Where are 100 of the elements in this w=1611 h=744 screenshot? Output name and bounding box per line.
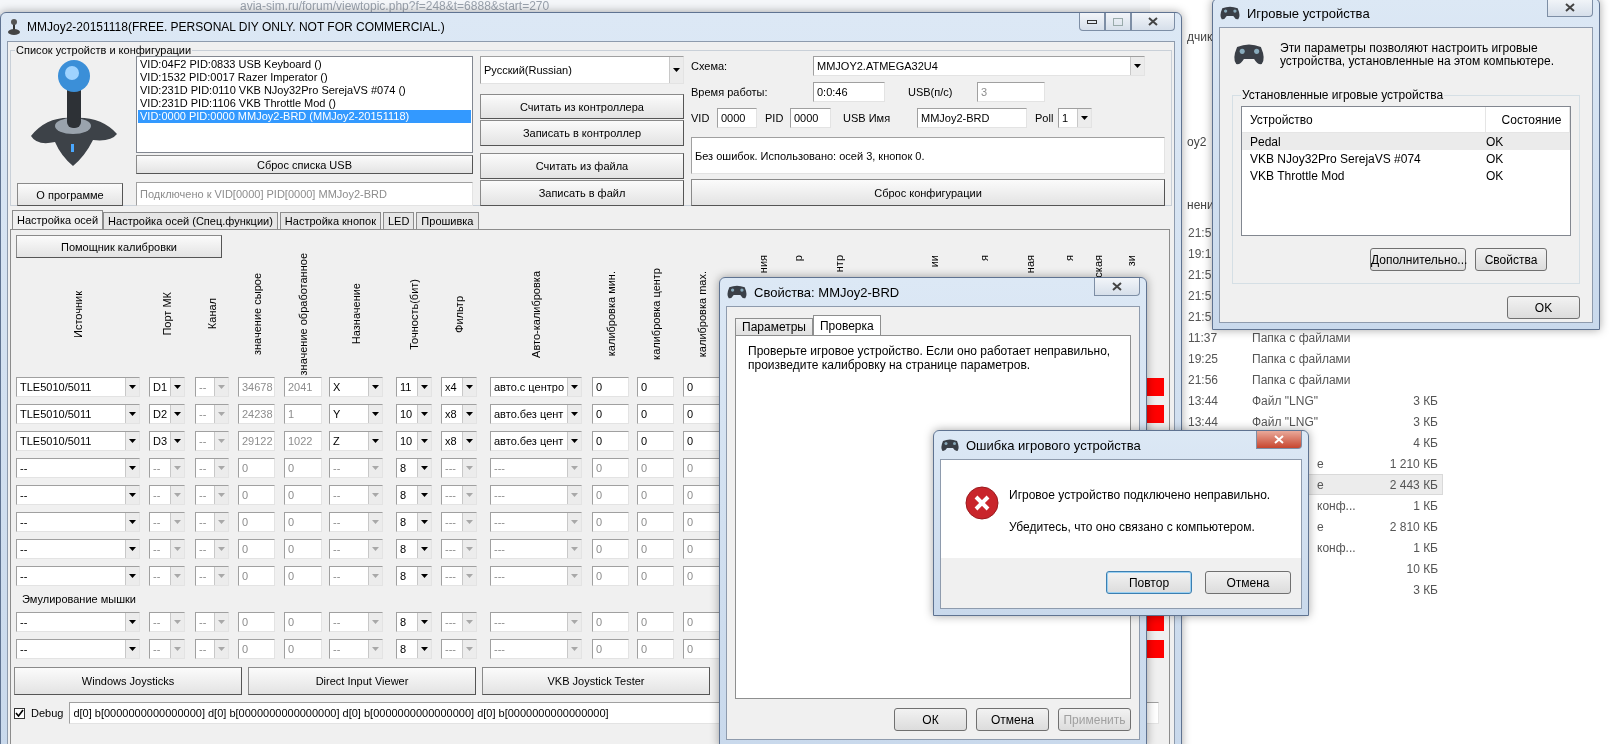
table-dropdown[interactable]: x4 xyxy=(441,376,477,397)
section-label: Эмулирование мышки xyxy=(21,591,136,607)
table-dropdown[interactable]: TLE5010/5011 xyxy=(16,376,140,397)
table-dropdown[interactable]: D2 xyxy=(149,403,185,424)
table-dropdown[interactable]: D1 xyxy=(149,376,185,397)
table-dropdown[interactable]: D3 xyxy=(149,430,185,451)
table-dropdown[interactable]: x8 xyxy=(441,403,477,424)
debug-checkbox[interactable] xyxy=(14,707,25,719)
tool-button[interactable]: VKB Joystick Tester xyxy=(482,667,710,695)
table-dropdown[interactable]: -- xyxy=(16,638,140,659)
table-dropdown[interactable]: x8 xyxy=(441,430,477,451)
table-dropdown[interactable]: 8 xyxy=(396,484,432,505)
ok-button[interactable]: OK xyxy=(1507,296,1580,319)
table-dropdown[interactable]: 8 xyxy=(396,538,432,559)
table-dropdown[interactable]: TLE5010/5011 xyxy=(16,403,140,424)
file-row[interactable]: 11:37 Папка с файлами xyxy=(1187,327,1443,348)
dialog-button[interactable]: Отмена xyxy=(976,708,1049,731)
table-dropdown[interactable]: TLE5010/5011 xyxy=(16,430,140,451)
close-button[interactable] xyxy=(1131,13,1175,31)
properties-button[interactable]: Свойства xyxy=(1475,248,1547,271)
table-dropdown[interactable]: 11 xyxy=(396,376,432,397)
file-row[interactable]: 21:56 Папка с файлами xyxy=(1187,369,1443,390)
table-dropdown[interactable]: 8 xyxy=(396,511,432,532)
table-field[interactable]: 0 xyxy=(592,430,629,451)
read-controller-button[interactable]: Считать из контроллера xyxy=(480,94,684,119)
status-field[interactable]: Без ошибок. Использовано: осей 3, кнопок 0. xyxy=(691,137,1165,174)
close-button[interactable] xyxy=(1256,431,1302,449)
table-dropdown[interactable]: 10 xyxy=(396,430,432,451)
table-field[interactable]: 0 xyxy=(592,376,629,397)
uptime-field[interactable]: 0:0:46 xyxy=(813,82,885,102)
vid-field[interactable]: 0000 xyxy=(717,108,757,128)
calibration-button[interactable]: Помощник калибровки xyxy=(16,235,222,258)
device-list-item[interactable]: VID:1532 PID:0017 Razer Imperator () xyxy=(138,71,471,84)
tab[interactable]: Параметры xyxy=(735,318,813,335)
poll-dropdown[interactable]: 1 xyxy=(1058,108,1092,128)
close-button[interactable] xyxy=(1094,278,1140,296)
tab[interactable]: Прошивка xyxy=(416,212,479,229)
tab[interactable]: LED xyxy=(382,212,415,229)
dialog-button[interactable]: ОК xyxy=(894,708,967,731)
field-label: Poll xyxy=(1035,112,1055,124)
table-field[interactable]: 0 xyxy=(592,403,629,424)
minimize-button[interactable] xyxy=(1079,13,1105,31)
write-file-button[interactable]: Записать в файл xyxy=(480,180,684,206)
advanced-button[interactable]: Дополнительно... xyxy=(1370,248,1466,271)
caret-icon xyxy=(174,492,181,497)
tool-button[interactable]: Direct Input Viewer xyxy=(248,667,476,695)
table-field[interactable]: 0 xyxy=(637,403,674,424)
usb-name-field[interactable]: MMJoy2-BRD xyxy=(917,108,1027,128)
table-dropdown[interactable]: 8 xyxy=(396,565,432,586)
table-dropdown[interactable]: 8 xyxy=(396,611,432,632)
close-button[interactable] xyxy=(1547,0,1593,17)
table-dropdown[interactable]: -- xyxy=(16,511,140,532)
reset-config-button[interactable]: Сброс конфигурации xyxy=(691,179,1165,206)
tab[interactable]: Настройка кнопок xyxy=(279,212,381,229)
dialog-button[interactable]: Повтор xyxy=(1106,571,1192,594)
read-file-button[interactable]: Считать из файла xyxy=(480,153,684,179)
device-list-item[interactable]: VID:231D PID:0110 VKB NJoy32Pro SerejaVS #074 () xyxy=(138,84,471,97)
tab[interactable]: Настройка осей (Спец.функции) xyxy=(103,212,278,229)
device-list-item[interactable]: VID:04F2 PID:0833 USB Keyboard () xyxy=(138,58,471,71)
device-row[interactable]: VKB Throttle Mod OK xyxy=(1242,167,1570,184)
table-dropdown[interactable]: Y xyxy=(329,403,383,424)
table-dropdown[interactable]: 8 xyxy=(396,457,432,478)
file-type: конф... xyxy=(1317,498,1356,513)
table-dropdown[interactable]: авто.с центро xyxy=(490,376,582,397)
tab[interactable]: Проверка xyxy=(812,315,881,335)
device-list-item[interactable]: VID:231D PID:1106 VKB Throttle Mod () xyxy=(138,97,471,110)
caret-icon xyxy=(372,519,379,524)
table-dropdown[interactable]: -- xyxy=(16,484,140,505)
about-button[interactable]: О программе xyxy=(17,183,123,206)
table-field[interactable]: 0 xyxy=(683,430,720,451)
table-dropdown[interactable]: X xyxy=(329,376,383,397)
table-dropdown[interactable]: 10 xyxy=(396,403,432,424)
table-dropdown[interactable]: авто.без цент xyxy=(490,430,582,451)
dialog-button[interactable]: Отмена xyxy=(1205,571,1291,594)
language-dropdown[interactable]: Русский(Russian) xyxy=(480,56,684,84)
table-field[interactable]: 0 xyxy=(683,376,720,397)
explorer-text: дчик xyxy=(1187,30,1213,44)
table-dropdown[interactable]: -- xyxy=(16,538,140,559)
table-dropdown[interactable]: -- xyxy=(16,457,140,478)
pid-field[interactable]: 0000 xyxy=(790,108,831,128)
table-field[interactable]: 0 xyxy=(637,430,674,451)
table-dropdown[interactable]: -- xyxy=(16,565,140,586)
table-field[interactable]: 0 xyxy=(637,376,674,397)
device-row[interactable]: VKB NJoy32Pro SerejaVS #074 OK xyxy=(1242,150,1570,167)
tab[interactable]: Настройка осей xyxy=(12,210,104,229)
scheme-dropdown[interactable]: MMJOY2.ATMEGA32U4 xyxy=(813,56,1145,76)
table-dropdown[interactable]: авто.без цент xyxy=(490,403,582,424)
table-dropdown[interactable]: -- xyxy=(16,611,140,632)
file-row[interactable]: 13:44 Файл "LNG" 3 КБ xyxy=(1187,411,1443,432)
table-dropdown[interactable]: 8 xyxy=(396,638,432,659)
file-time: 21:5 xyxy=(1188,225,1212,240)
table-field[interactable]: 0 xyxy=(683,403,720,424)
reset-usb-button[interactable]: Сброс списка USB xyxy=(136,155,473,174)
write-controller-button[interactable]: Записать в контроллер xyxy=(480,120,684,146)
file-row[interactable]: 19:25 Папка с файлами xyxy=(1187,348,1443,369)
file-row[interactable]: 13:44 Файл "LNG" 3 КБ xyxy=(1187,390,1443,411)
device-row[interactable]: Pedal OK xyxy=(1242,133,1570,150)
tool-button[interactable]: Windows Joysticks xyxy=(14,667,242,695)
caret-icon xyxy=(218,573,225,578)
table-dropdown[interactable]: Z xyxy=(329,430,383,451)
